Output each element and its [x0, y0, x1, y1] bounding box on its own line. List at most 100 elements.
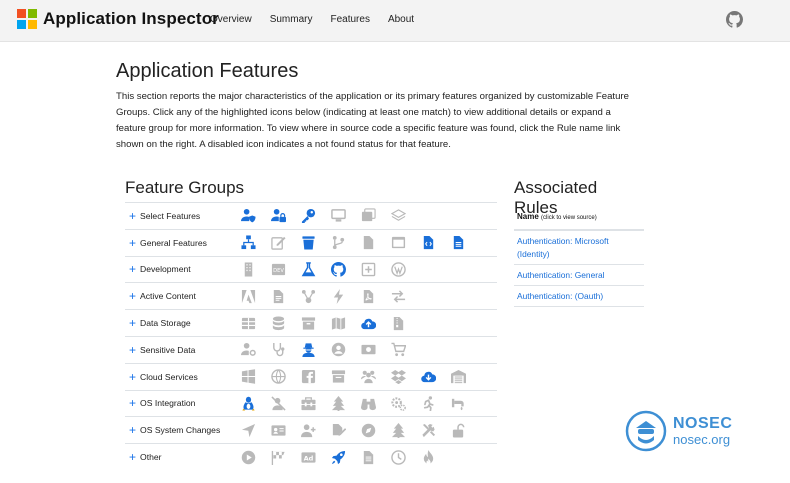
network-icon[interactable]	[233, 234, 263, 252]
linux-icon[interactable]	[233, 394, 263, 412]
flag-checkered-icon	[263, 448, 293, 466]
feature-icons: Ad	[233, 448, 443, 466]
tools-icon	[413, 421, 443, 439]
feature-icons: DEV	[233, 260, 413, 278]
toolbox-icon	[293, 394, 323, 412]
expand-plus-icon[interactable]: +	[129, 451, 136, 463]
feature-group-row: + OS Integration	[125, 389, 497, 417]
user-lock-icon[interactable]	[263, 207, 293, 225]
expand-plus-icon[interactable]: +	[129, 210, 136, 222]
rules-header-note: (click to view source)	[541, 215, 597, 221]
feature-group-toggle[interactable]: + General Features	[125, 237, 233, 249]
window-icon	[383, 234, 413, 252]
branch-icon	[323, 234, 353, 252]
feature-group-toggle[interactable]: + Sensitive Data	[125, 344, 233, 356]
feature-group-toggle[interactable]: + OS Integration	[125, 397, 233, 409]
file-text-icon[interactable]	[443, 234, 473, 252]
brand-title[interactable]: Application Inspector	[43, 9, 219, 29]
github-icon[interactable]	[323, 260, 353, 278]
adobe-icon	[233, 287, 263, 305]
archive-icon	[293, 314, 323, 332]
feature-group-label: Cloud Services	[140, 371, 198, 382]
feature-icons	[233, 234, 473, 252]
expand-plus-icon[interactable]: +	[129, 290, 136, 302]
feature-group-label: Other	[140, 452, 162, 463]
key-icon[interactable]	[293, 207, 323, 225]
feature-groups-panel: Feature Groups + Select Features + General …	[125, 178, 497, 470]
feature-group-label: Active Content	[140, 291, 196, 302]
layers-icon	[383, 207, 413, 225]
wordpress-icon	[383, 260, 413, 278]
expand-plus-icon[interactable]: +	[129, 317, 136, 329]
feature-group-label: Select Features	[140, 210, 201, 221]
flask-icon[interactable]	[293, 260, 323, 278]
feature-group-row: + Data Storage	[125, 309, 497, 336]
ad-icon: Ad	[293, 448, 323, 466]
feature-group-row: + Other Ad	[125, 443, 497, 470]
plus-square-icon	[353, 260, 383, 278]
feature-group-toggle[interactable]: + Select Features	[125, 210, 233, 222]
rules-table-header: Name (click to view source)	[514, 208, 644, 231]
cloud-download-icon[interactable]	[413, 368, 443, 386]
feature-group-label: Data Storage	[140, 318, 191, 329]
feature-group-row: + Select Features	[125, 202, 497, 229]
cart-icon	[383, 341, 413, 359]
feature-group-toggle[interactable]: + Data Storage	[125, 317, 233, 329]
file-code-icon[interactable]	[413, 234, 443, 252]
trash-icon[interactable]	[293, 234, 323, 252]
rule-link[interactable]: Authentication: (Oauth)	[514, 286, 644, 307]
map-icon	[323, 314, 353, 332]
expand-plus-icon[interactable]: +	[129, 263, 136, 275]
expand-plus-icon[interactable]: +	[129, 397, 136, 409]
feature-group-toggle[interactable]: + Active Content	[125, 290, 233, 302]
binoculars-icon	[353, 394, 383, 412]
no-user-icon	[263, 394, 293, 412]
exchange-icon	[383, 287, 413, 305]
feature-group-toggle[interactable]: + Other	[125, 451, 233, 463]
file-icon	[353, 234, 383, 252]
faucet-icon	[443, 394, 473, 412]
clock-icon	[383, 448, 413, 466]
nav-link-about[interactable]: About	[388, 14, 414, 25]
feature-icons	[233, 341, 413, 359]
feature-group-row: + Cloud Services	[125, 362, 497, 390]
mail-box-icon	[323, 368, 353, 386]
feature-group-row: + General Features	[125, 228, 497, 256]
money-icon	[353, 341, 383, 359]
feature-group-label: Sensitive Data	[140, 344, 196, 355]
expand-plus-icon[interactable]: +	[129, 237, 136, 249]
rule-link[interactable]: Authentication: General	[514, 265, 644, 286]
brand[interactable]: Application Inspector	[17, 9, 219, 29]
nav-link-overview[interactable]: Overview	[210, 14, 252, 25]
location-arrow-icon	[233, 421, 263, 439]
users-icon	[353, 368, 383, 386]
feature-icons	[233, 287, 413, 305]
feature-icons	[233, 207, 413, 225]
table-icon	[233, 314, 263, 332]
user-secret-icon[interactable]	[293, 341, 323, 359]
feature-group-toggle[interactable]: + OS System Changes	[125, 424, 233, 436]
svg-text:DEV: DEV	[273, 268, 284, 274]
pdf-icon	[353, 287, 383, 305]
nav-link-summary[interactable]: Summary	[270, 14, 313, 25]
nav-link-features[interactable]: Features	[330, 14, 369, 25]
github-icon[interactable]	[726, 11, 743, 33]
feature-group-row: + Active Content	[125, 282, 497, 309]
feature-group-toggle[interactable]: + Development	[125, 263, 233, 275]
file-alt-icon	[263, 287, 293, 305]
running-icon	[413, 394, 443, 412]
rocket-icon[interactable]	[323, 448, 353, 466]
expand-plus-icon[interactable]: +	[129, 344, 136, 356]
rule-link[interactable]: Authentication: Microsoft (Identity)	[514, 231, 644, 265]
user-shield-icon[interactable]	[233, 207, 263, 225]
compass-icon	[353, 421, 383, 439]
cogs-icon	[383, 394, 413, 412]
expand-plus-icon[interactable]: +	[129, 424, 136, 436]
globe-icon	[263, 368, 293, 386]
feature-group-toggle[interactable]: + Cloud Services	[125, 371, 233, 383]
cloud-upload-icon[interactable]	[353, 314, 383, 332]
fire-icon	[413, 448, 443, 466]
id-card-icon	[263, 421, 293, 439]
bolt-icon	[323, 287, 353, 305]
expand-plus-icon[interactable]: +	[129, 371, 136, 383]
